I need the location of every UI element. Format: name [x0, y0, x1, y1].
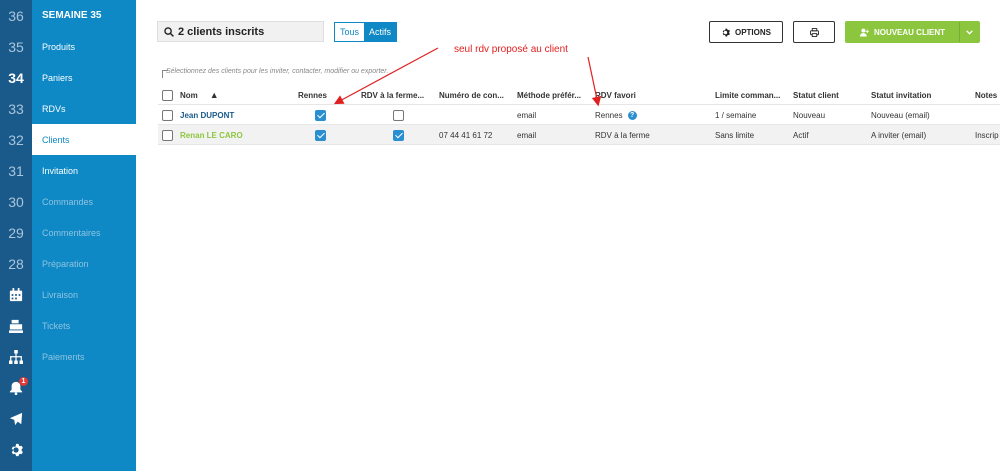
client-filter-toggle: Tous Actifs [334, 22, 398, 42]
gear-icon [722, 28, 730, 36]
print-button[interactable] [793, 21, 835, 43]
client-status: Nouveau [793, 110, 826, 120]
filter-all-button[interactable]: Tous [335, 23, 365, 41]
column-rdv-favori[interactable]: RDV favori [595, 85, 705, 105]
column-statut-client[interactable]: Statut client [793, 85, 869, 105]
filter-active-button[interactable]: Actifs [364, 23, 397, 41]
column-methode[interactable]: Méthode préfér... [517, 85, 593, 105]
client-method: email [517, 110, 537, 120]
column-statut-invitation[interactable]: Statut invitation [871, 85, 971, 105]
search-count-label: 2 clients inscrits [178, 25, 265, 38]
sidebar-item-commandes[interactable]: Commandes [32, 186, 136, 217]
week-33[interactable]: 33 [0, 93, 32, 124]
client-notes [975, 105, 1000, 125]
week-rail: 36 35 34 33 32 31 30 29 28 1 [0, 0, 32, 471]
search-icon [164, 26, 174, 37]
ferme-checkbox[interactable] [393, 105, 404, 125]
client-notes: Inscrip [975, 130, 999, 140]
client-phone: 07 44 41 61 72 [439, 130, 493, 140]
row-select-checkbox[interactable] [162, 125, 173, 145]
week-31[interactable]: 31 [0, 155, 32, 186]
week-28[interactable]: 28 [0, 248, 32, 279]
sidebar-item-rdvs[interactable]: RDVs [32, 93, 136, 124]
cash-register-icon[interactable] [0, 310, 32, 341]
paper-plane-icon[interactable] [0, 403, 32, 434]
client-name-link[interactable]: Jean DUPONT [180, 105, 290, 125]
week-32[interactable]: 32 [0, 124, 32, 155]
column-rdv-ferme[interactable]: RDV à la ferme... [361, 85, 436, 105]
client-limit: 1 / semaine [715, 110, 757, 120]
column-nom[interactable]: Nom ▲ [180, 85, 280, 105]
sidebar-item-preparation[interactable]: Préparation [32, 248, 136, 279]
annotation-text: seul rdv proposé au client [454, 44, 568, 55]
calendar-icon[interactable] [0, 279, 32, 310]
sort-ascending-icon: ▲ [209, 90, 219, 100]
ferme-checkbox[interactable] [393, 125, 404, 145]
sidebar-item-paniers[interactable]: Paniers [32, 62, 136, 93]
client-limit: Sans limite [715, 130, 755, 140]
client-invitation-status: A inviter (email) [871, 130, 927, 140]
row-select-checkbox[interactable] [162, 105, 173, 125]
sidebar-item-clients[interactable]: Clients [32, 124, 136, 155]
sidebar-item-paiements[interactable]: Paiements [32, 341, 136, 372]
table-row[interactable]: Renan LE CARO 07 44 41 61 72 email RDV à… [158, 125, 1000, 145]
week-35[interactable]: 35 [0, 31, 32, 62]
rennes-checkbox[interactable] [315, 125, 326, 145]
search-box[interactable]: 2 clients inscrits [157, 21, 324, 42]
client-favorite-rdv: RDV à la ferme [595, 130, 650, 140]
chevron-down-icon [966, 29, 973, 35]
week-36[interactable]: 36 [0, 0, 32, 31]
client-status: Actif [793, 130, 809, 140]
week-34[interactable]: 34 [0, 62, 32, 93]
sidebar-item-livraison[interactable]: Livraison [32, 279, 136, 310]
sidebar-item-tickets[interactable]: Tickets [32, 310, 136, 341]
sidebar-menu: SEMAINE 35 Produits Paniers RDVs Clients… [32, 0, 136, 471]
sidebar-item-commentaires[interactable]: Commentaires [32, 217, 136, 248]
table-header: Nom ▲ Rennes RDV à la ferme... Numéro de… [158, 85, 1000, 105]
help-icon[interactable]: ? [627, 110, 637, 120]
selection-hint: Sélectionnez des clients pour les invite… [166, 68, 389, 75]
client-method: email [517, 130, 537, 140]
client-invitation-status: Nouveau (email) [871, 110, 930, 120]
client-favorite-rdv: Rennes ? [595, 105, 705, 125]
new-client-dropdown[interactable] [959, 22, 979, 42]
sidebar-item-invitation[interactable]: Invitation [32, 155, 136, 186]
options-label: OPTIONS [734, 27, 771, 37]
table-row[interactable]: Jean DUPONT email Rennes ? 1 / semaine N… [158, 105, 1000, 125]
clients-table: Nom ▲ Rennes RDV à la ferme... Numéro de… [158, 85, 1000, 145]
main-content: 2 clients inscrits Tous Actifs OPTIONS N… [136, 0, 1000, 471]
bell-icon[interactable]: 1 [0, 372, 32, 403]
gear-icon[interactable] [0, 434, 32, 465]
column-rennes[interactable]: Rennes [298, 85, 358, 105]
new-client-button[interactable]: NOUVEAU CLIENT [845, 21, 980, 43]
column-notes[interactable]: Notes [975, 85, 1000, 105]
rennes-checkbox[interactable] [315, 105, 326, 125]
select-all-checkbox[interactable] [162, 85, 173, 105]
week-title: SEMAINE 35 [42, 10, 102, 21]
column-limite[interactable]: Limite comman... [715, 85, 791, 105]
add-user-icon [859, 28, 869, 36]
week-29[interactable]: 29 [0, 217, 32, 248]
sitemap-icon[interactable] [0, 341, 32, 372]
sidebar-item-produits[interactable]: Produits [32, 31, 136, 62]
client-phone [439, 105, 515, 125]
options-button[interactable]: OPTIONS [709, 21, 783, 43]
client-name-link[interactable]: Renan LE CARO [180, 125, 290, 145]
new-client-label: NOUVEAU CLIENT [873, 27, 946, 37]
column-numero[interactable]: Numéro de con... [439, 85, 515, 105]
notification-badge: 1 [19, 377, 28, 386]
printer-icon [809, 27, 819, 37]
week-30[interactable]: 30 [0, 186, 32, 217]
